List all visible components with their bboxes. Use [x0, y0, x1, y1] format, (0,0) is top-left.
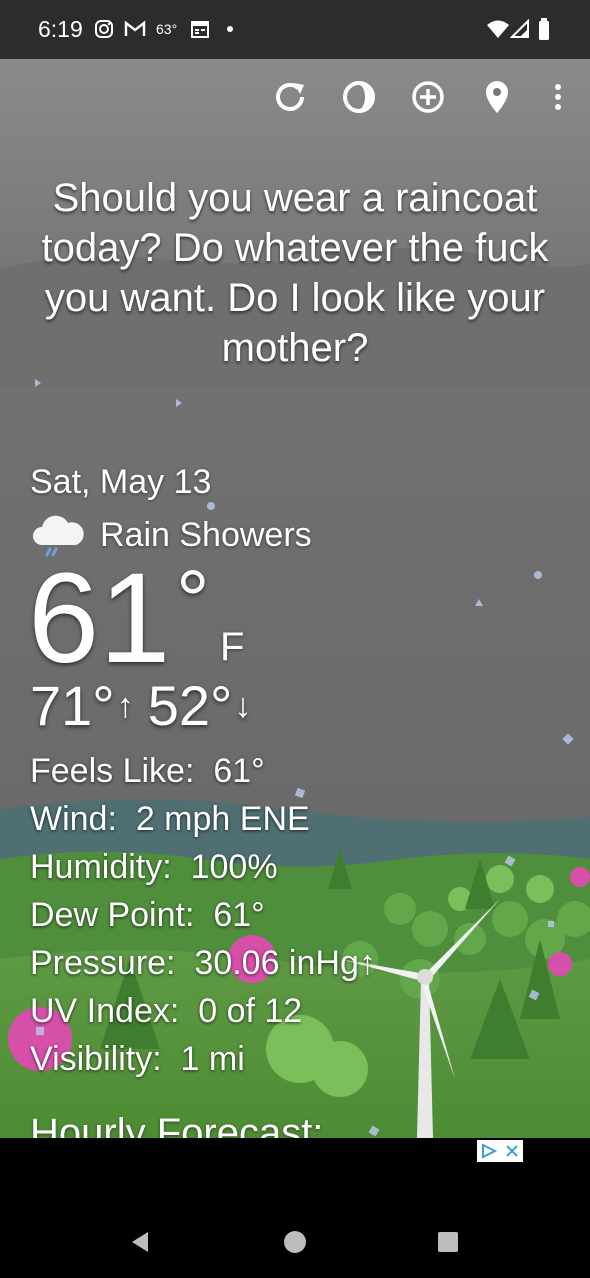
high-low: 71° ↑ 52° ↓ — [30, 673, 265, 739]
down-arrow-icon: ↓ — [234, 687, 252, 725]
recents-button[interactable] — [432, 1228, 464, 1260]
location-pin-icon — [482, 79, 512, 120]
temperature-unit: F — [220, 625, 245, 669]
back-icon — [128, 1230, 152, 1259]
ad-choices[interactable] — [477, 1140, 523, 1162]
detail-wind: Wind: 2 mph ENE — [30, 800, 310, 838]
high-temperature: 71° — [30, 674, 115, 737]
refresh-icon — [272, 79, 308, 120]
wifi-icon — [486, 17, 510, 41]
weather-scene: Should you wear a raincoat today? Do wha… — [0, 59, 590, 1138]
status-bar: 6:19 63° — [0, 0, 590, 59]
calendar-icon — [190, 17, 210, 41]
detail-visibility: Visibility: 1 mi — [30, 1040, 245, 1078]
more-options-button[interactable] — [538, 79, 578, 119]
weather-details: Feels Like: 61° Wind: 2 mph ENE Humidity… — [30, 747, 376, 1083]
battery-icon — [538, 17, 550, 41]
home-icon — [283, 1230, 307, 1259]
navigation-bar — [0, 1208, 590, 1278]
up-arrow-icon: ↑ — [116, 687, 134, 725]
low-temperature: 52° — [147, 674, 233, 737]
ad-banner[interactable] — [0, 1138, 590, 1208]
detail-uv-index: UV Index: 0 of 12 — [30, 992, 303, 1030]
dot-icon — [226, 17, 234, 41]
degree-symbol: ° — [176, 553, 210, 647]
theme-button[interactable] — [339, 79, 379, 119]
detail-pressure: Pressure: 30.06 inHg↑ — [30, 944, 376, 982]
add-location-button[interactable] — [408, 79, 448, 119]
back-button[interactable] — [124, 1228, 156, 1260]
add-location-icon — [410, 79, 446, 120]
refresh-button[interactable] — [270, 79, 310, 119]
detail-feels-like: Feels Like: 61° — [30, 752, 265, 790]
status-time: 6:19 — [38, 16, 83, 42]
hourly-forecast-heading: Hourly Forecast: — [30, 1111, 324, 1138]
ad-info-icon[interactable] — [477, 1140, 500, 1162]
location-button[interactable] — [477, 79, 517, 119]
gmail-icon — [124, 17, 146, 41]
detail-humidity: Humidity: 100% — [30, 848, 278, 886]
instagram-icon — [94, 17, 114, 41]
recents-icon — [436, 1230, 460, 1259]
current-temperature: 61 — [28, 547, 171, 690]
status-temp: 63° — [156, 21, 178, 37]
forecast-date: Sat, May 13 — [30, 463, 212, 501]
signal-icon — [510, 17, 530, 41]
weather-quote: Should you wear a raincoat today? Do wha… — [41, 176, 549, 370]
theme-icon — [341, 79, 377, 120]
detail-dew-point: Dew Point: 61° — [30, 896, 265, 934]
more-vert-icon — [553, 82, 563, 117]
ad-close-icon[interactable] — [500, 1140, 523, 1162]
home-button[interactable] — [279, 1228, 311, 1260]
